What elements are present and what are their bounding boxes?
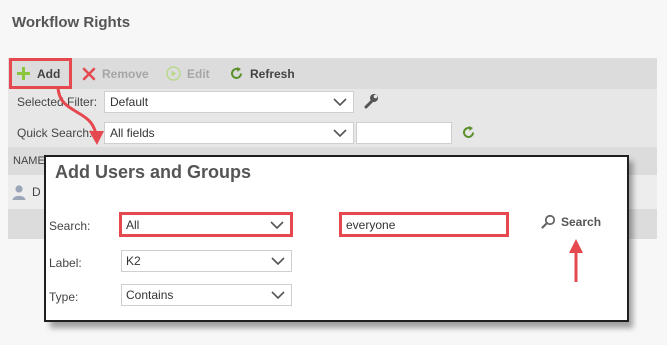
annotation-up-arrowhead xyxy=(569,239,583,253)
annotation-curve-arrowhead xyxy=(89,131,104,145)
annotation-curve-arrow xyxy=(56,85,98,136)
annotation-arrows xyxy=(56,85,583,282)
